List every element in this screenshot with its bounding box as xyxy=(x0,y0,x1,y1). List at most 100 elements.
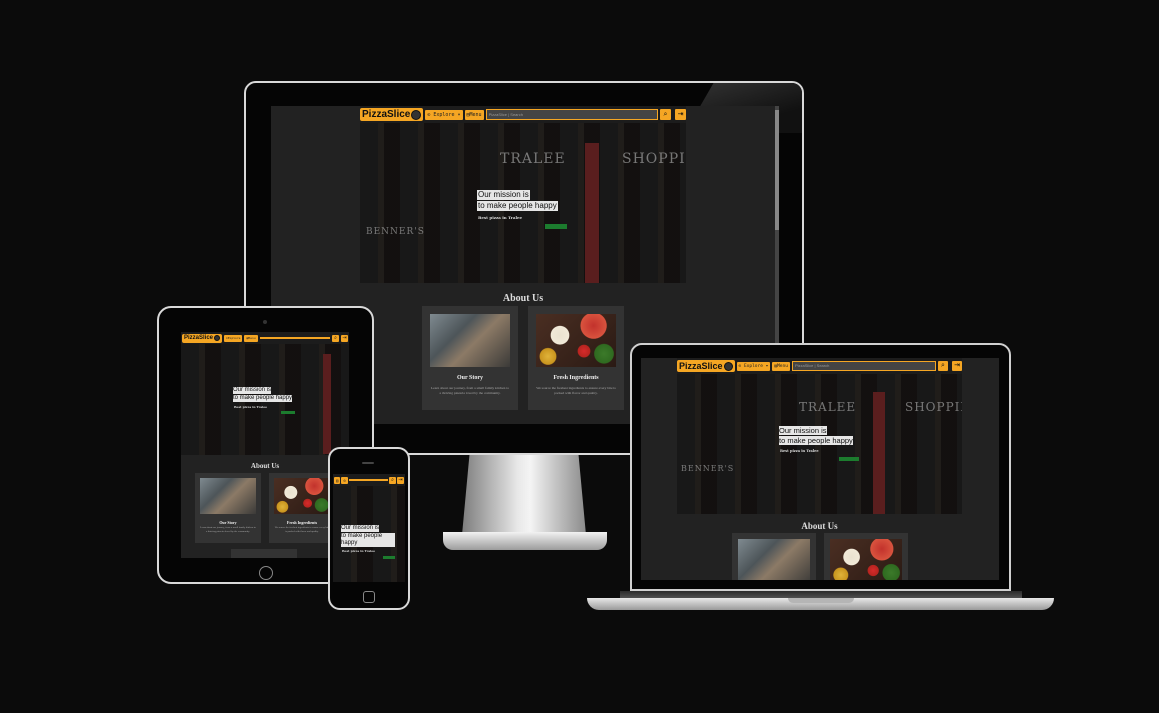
explore-button[interactable]: ⊙ xyxy=(341,476,348,484)
login-button[interactable]: ⇥ xyxy=(341,334,348,342)
hero-cta-button[interactable] xyxy=(383,556,395,559)
hero-mission-line2: to make people happy xyxy=(779,436,853,445)
hero-mission-line2: to make people happy xyxy=(477,201,558,211)
hero-tagline: Best pizza in Tralee xyxy=(342,549,376,553)
search-input[interactable]: PizzaSlice | Search xyxy=(791,361,936,371)
card-text: We source the freshest ingredients to en… xyxy=(274,526,330,533)
card-fresh-ingredients[interactable] xyxy=(824,533,908,580)
card-text: We source the freshest ingredients to en… xyxy=(536,386,616,395)
search-input[interactable]: PizzaSlice | Search xyxy=(485,109,658,120)
caret-down-icon: ▾ xyxy=(765,363,769,369)
hero-mission-line2: to make people happy xyxy=(233,395,293,402)
about-title: About Us xyxy=(250,462,280,470)
pizza-logo-icon xyxy=(214,335,221,341)
pizza-logo-icon xyxy=(723,361,733,371)
ingredients-image xyxy=(536,314,616,367)
hero-mission-line1: Our mission is xyxy=(233,387,272,394)
card-partial xyxy=(231,549,297,558)
phone-speaker xyxy=(362,462,374,464)
laptop-site: PizzaSlice ⊙ Explore ▾ ▤Menu PizzaSlice … xyxy=(677,358,962,580)
tablet-home-button[interactable] xyxy=(259,566,273,580)
hero-sign-text: SHOPPIN xyxy=(622,151,686,167)
site-logo[interactable]: PizzaSlice xyxy=(360,108,424,121)
about-title: About Us xyxy=(502,293,544,304)
story-image xyxy=(738,539,810,580)
explore-button[interactable]: ⊙ Explore ▾ xyxy=(425,109,463,120)
explore-icon: ⊙ xyxy=(738,363,742,369)
monitor-scrollbar-thumb[interactable] xyxy=(775,110,779,230)
card-our-story[interactable]: Our Story Learn about our journey, from … xyxy=(422,306,518,410)
hero-sign-text: TRALEE xyxy=(799,400,857,414)
search-icon: ⌕ xyxy=(663,111,668,118)
search-icon: ⌕ xyxy=(334,334,337,341)
tablet-site: PizzaSlice ⊙Explore ▤Menu ⌕ ⇥ Our missio… xyxy=(181,332,349,558)
hero-pole xyxy=(585,143,599,283)
site-logo[interactable]: PizzaSlice xyxy=(677,360,735,372)
hero-tagline: Best pizza in Tralee xyxy=(780,449,819,453)
ingredients-image xyxy=(830,539,902,580)
search-button[interactable]: ⌕ xyxy=(660,109,671,120)
card-fresh-ingredients[interactable]: Fresh Ingredients We source the freshest… xyxy=(528,306,624,410)
menu-button[interactable]: ▤Menu xyxy=(772,361,790,371)
hero-section: TRALEE SHOPPIN BENNER'S Our mission is t… xyxy=(677,374,962,514)
pizza-logo-icon xyxy=(411,109,422,120)
monitor-stand-base xyxy=(443,532,607,550)
search-button[interactable]: ⌕ xyxy=(332,334,339,342)
card-title: Fresh Ingredients xyxy=(286,520,318,525)
hero-cta-button[interactable] xyxy=(839,457,859,461)
login-icon: ⇥ xyxy=(954,362,960,369)
phone-home-button[interactable] xyxy=(363,591,375,603)
login-icon: ⇥ xyxy=(398,476,403,483)
search-input[interactable] xyxy=(348,479,388,481)
phone-site: ▤ ⊙ ⌕ ⇥ Our mission is to make people ha… xyxy=(333,474,405,582)
hero-sign-text: SHOPPIN xyxy=(905,400,962,414)
search-icon: ⌕ xyxy=(941,362,945,369)
monitor-stand xyxy=(462,455,586,535)
explore-button[interactable]: ⊙ Explore ▾ xyxy=(736,361,771,371)
menu-button[interactable]: ▤Menu xyxy=(464,109,484,120)
card-text: Learn about our journey, from a small fa… xyxy=(431,386,509,395)
explore-button[interactable]: ⊙Explore xyxy=(224,334,243,342)
caret-down-icon: ▾ xyxy=(457,111,461,118)
login-button[interactable]: ⇥ xyxy=(397,476,404,484)
search-input[interactable] xyxy=(259,337,330,339)
hero-section: TRALEE SHOPPIN BENNER'S Our mission is t… xyxy=(360,123,686,283)
card-our-story[interactable]: Our Story Learn about our journey, from … xyxy=(195,473,261,543)
hero-tagline: Best pizza in Tralee xyxy=(478,215,523,220)
card-title: Our Story xyxy=(456,375,484,381)
hero-tagline: Best pizza in Tralee xyxy=(234,405,268,409)
card-our-story[interactable] xyxy=(732,533,816,580)
search-button[interactable]: ⌕ xyxy=(389,476,396,484)
hero-section: Our mission is to make people happy Best… xyxy=(333,486,405,582)
hero-cta-button[interactable] xyxy=(281,411,295,414)
hero-section: Our mission is to make people happy Best… xyxy=(181,344,349,455)
about-title: About Us xyxy=(801,521,838,531)
story-image xyxy=(430,314,510,367)
login-icon: ⇥ xyxy=(342,334,347,341)
hero-sign-text: TRALEE xyxy=(500,151,566,167)
site-logo[interactable]: PizzaSlice xyxy=(182,333,223,343)
hero-cta-button[interactable] xyxy=(545,224,567,229)
explore-icon: ⊙ xyxy=(427,111,431,118)
login-button[interactable]: ⇥ xyxy=(675,109,686,120)
menu-icon: ▤ xyxy=(336,477,339,483)
hero-sign-text: BENNER'S xyxy=(366,227,425,237)
menu-button[interactable]: ▤Menu xyxy=(244,334,258,342)
story-image xyxy=(200,478,256,514)
search-button[interactable]: ⌕ xyxy=(938,361,948,371)
tablet-camera xyxy=(263,320,267,324)
laptop-notch xyxy=(788,598,854,603)
hero-sign-text: BENNER'S xyxy=(681,464,735,473)
menu-button[interactable]: ▤ xyxy=(334,476,341,484)
hero-mission-line2: to make people happy xyxy=(341,533,395,547)
hero-mission-line1: Our mission is xyxy=(341,525,380,532)
login-button[interactable]: ⇥ xyxy=(952,361,962,371)
explore-icon: ⊙ xyxy=(343,477,346,483)
search-icon: ⌕ xyxy=(391,476,394,483)
card-text: Learn about our journey, from a small fa… xyxy=(200,526,256,533)
ingredients-image xyxy=(274,478,330,514)
card-fresh-ingredients[interactable]: Fresh Ingredients We source the freshest… xyxy=(269,473,335,543)
hero-pole xyxy=(873,392,885,514)
card-title: Our Story xyxy=(219,520,237,525)
card-title: Fresh Ingredients xyxy=(553,375,599,381)
